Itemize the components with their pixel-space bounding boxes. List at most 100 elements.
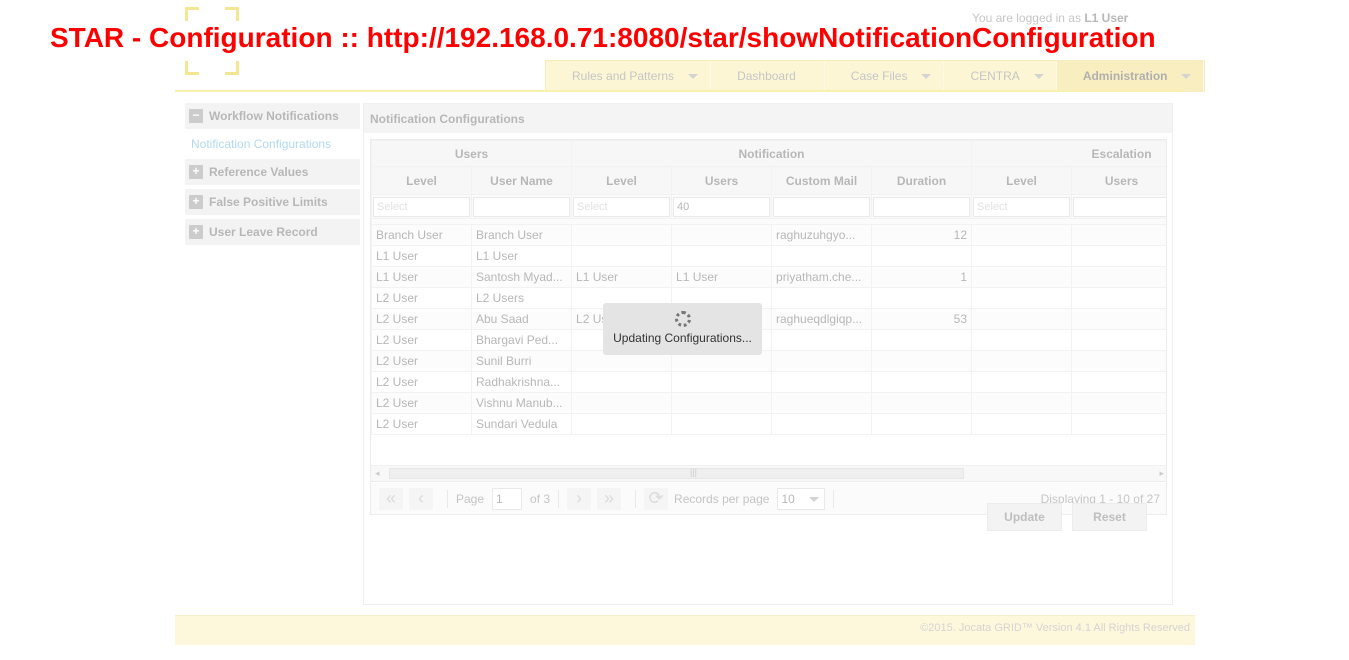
column-header[interactable]: Users: [671, 166, 773, 195]
page-label: Page: [456, 491, 485, 506]
nav-dashboard[interactable]: Dashboard: [711, 61, 825, 91]
sidebar-label: User Leave Record: [209, 225, 318, 239]
table-cell: [771, 350, 873, 372]
pager-separator: [833, 489, 835, 508]
chevron-down-icon: [688, 73, 699, 79]
previous-page-button[interactable]: ‹: [409, 487, 433, 510]
expand-icon[interactable]: +: [189, 225, 203, 239]
next-page-button[interactable]: ›: [567, 487, 592, 510]
scroll-right-icon[interactable]: ▸: [1159, 468, 1164, 479]
table-cell: [971, 245, 1073, 267]
table-cell: Santosh Myad...: [470, 266, 573, 288]
column-header[interactable]: Duration: [871, 166, 973, 195]
table-cell: [1071, 329, 1166, 351]
refresh-icon[interactable]: ⟳: [644, 487, 669, 510]
scroll-left-icon[interactable]: ◂: [375, 468, 380, 479]
first-page-button[interactable]: «: [379, 487, 403, 510]
sidebar-false-positive-limits[interactable]: + False Positive Limits: [185, 189, 360, 215]
table-cell: Bhargavi Ped...: [470, 329, 573, 351]
sidebar-link-notification-configurations[interactable]: Notification Configurations: [185, 133, 360, 155]
table-cell: [671, 224, 773, 246]
column-header[interactable]: Users: [1071, 166, 1166, 195]
table-row[interactable]: L2 User Abu Saad L2 Us raghueqdlgiqp... 53: [371, 308, 1166, 330]
records-per-page-select[interactable]: 10: [777, 487, 826, 510]
grid-body: Branch User Branch User raghuzuhgyo... 12 L1…: [371, 224, 1166, 435]
nav-administration[interactable]: Administration: [1056, 61, 1205, 91]
expand-icon[interactable]: +: [189, 165, 203, 179]
filter-notification-users[interactable]: 40: [673, 196, 771, 217]
table-cell: [1071, 266, 1166, 288]
table-row[interactable]: L2 User Vishnu Manub...: [371, 392, 1166, 414]
filter-escalation-users[interactable]: [1073, 196, 1166, 217]
column-header[interactable]: User Name: [470, 166, 573, 195]
nav-label: Administration: [1082, 69, 1168, 83]
sidebar-reference-values[interactable]: + Reference Values: [185, 159, 360, 185]
table-cell: L2 User: [371, 350, 472, 372]
table-row[interactable]: L2 User L2 Users: [371, 287, 1166, 309]
table-cell: [971, 392, 1073, 414]
filter-custom-mail[interactable]: [773, 196, 871, 217]
table-row[interactable]: L2 User Radhakrishna...: [371, 371, 1166, 393]
pager-separator: [447, 489, 448, 508]
page-count: of 3: [530, 491, 551, 506]
table-cell: L1 User: [571, 266, 673, 288]
table-row[interactable]: L1 User L1 User: [371, 245, 1166, 267]
chevron-down-icon: [1033, 73, 1044, 79]
table-row[interactable]: L2 User Sundari Vedula: [371, 413, 1166, 435]
column-header[interactable]: Level: [571, 166, 673, 195]
nav-label: Dashboard: [737, 69, 796, 83]
filter-escalation-level[interactable]: Select: [973, 196, 1071, 217]
table-cell: L1 User: [470, 245, 573, 267]
table-cell: L2 User: [371, 413, 472, 435]
table-cell: [1071, 224, 1166, 246]
header-divider: [175, 90, 1185, 92]
sidebar-workflow-notifications[interactable]: − Workflow Notifications: [185, 103, 360, 129]
filter-duration[interactable]: [873, 196, 971, 217]
table-cell: [571, 392, 673, 414]
table-cell: [671, 245, 773, 267]
expand-icon[interactable]: +: [189, 195, 203, 209]
table-cell: [571, 371, 673, 393]
table-cell: [1071, 350, 1166, 372]
table-cell: [871, 350, 973, 372]
page-number-input[interactable]: 1: [492, 487, 523, 510]
filter-notification-level[interactable]: Select: [573, 196, 671, 217]
loading-text: Updating Configurations...: [613, 331, 752, 345]
table-cell: L2 User: [371, 371, 472, 393]
column-header[interactable]: Level: [371, 166, 472, 195]
table-row[interactable]: L2 User Sunil Burri: [371, 350, 1166, 372]
group-header-escalation: Escalation: [971, 140, 1166, 167]
table-cell: [571, 224, 673, 246]
column-header[interactable]: Custom Mail: [771, 166, 873, 195]
spinner-icon: [674, 311, 691, 327]
table-cell: [971, 371, 1073, 393]
table-row[interactable]: L1 User Santosh Myad... L1 User L1 User priy…: [371, 266, 1166, 288]
table-cell: Sunil Burri: [470, 350, 573, 372]
table-row[interactable]: L2 User Bhargavi Ped...: [371, 329, 1166, 351]
column-header[interactable]: Level: [971, 166, 1073, 195]
grip-icon: |||: [690, 467, 698, 477]
table-cell: [671, 371, 773, 393]
table-cell: Vishnu Manub...: [470, 392, 573, 414]
table-cell: Sundari Vedula: [470, 413, 573, 435]
sidebar: − Workflow Notifications Notification Con…: [185, 103, 360, 249]
sidebar-user-leave-record[interactable]: + User Leave Record: [185, 219, 360, 245]
table-row[interactable]: Branch User Branch User raghuzuhgyo... 12: [371, 224, 1166, 246]
collapse-icon[interactable]: −: [189, 109, 203, 123]
nav-case-files[interactable]: Case Files: [825, 61, 945, 91]
group-header-notification: Notification: [571, 140, 973, 167]
table-cell: L2 Users: [470, 287, 573, 309]
filter-user-name[interactable]: [473, 196, 571, 217]
table-cell: [571, 413, 673, 435]
reset-button[interactable]: Reset: [1072, 503, 1147, 531]
last-page-button[interactable]: »: [597, 487, 622, 510]
horizontal-scrollbar[interactable]: ◂ ||| ▸: [371, 465, 1166, 481]
copyright: ©2015. Jocata GRID™ Version 4.1 All Righ…: [920, 622, 1190, 634]
nav-label: Case Files: [850, 69, 908, 83]
nav-centra[interactable]: CENTRA: [944, 61, 1057, 91]
filter-users-level[interactable]: Select: [373, 196, 470, 217]
table-cell: [971, 308, 1073, 330]
scrollbar-thumb[interactable]: |||: [389, 467, 964, 479]
nav-rules-and-patterns[interactable]: Rules and Patterns: [546, 61, 712, 91]
update-button[interactable]: Update: [987, 503, 1062, 531]
